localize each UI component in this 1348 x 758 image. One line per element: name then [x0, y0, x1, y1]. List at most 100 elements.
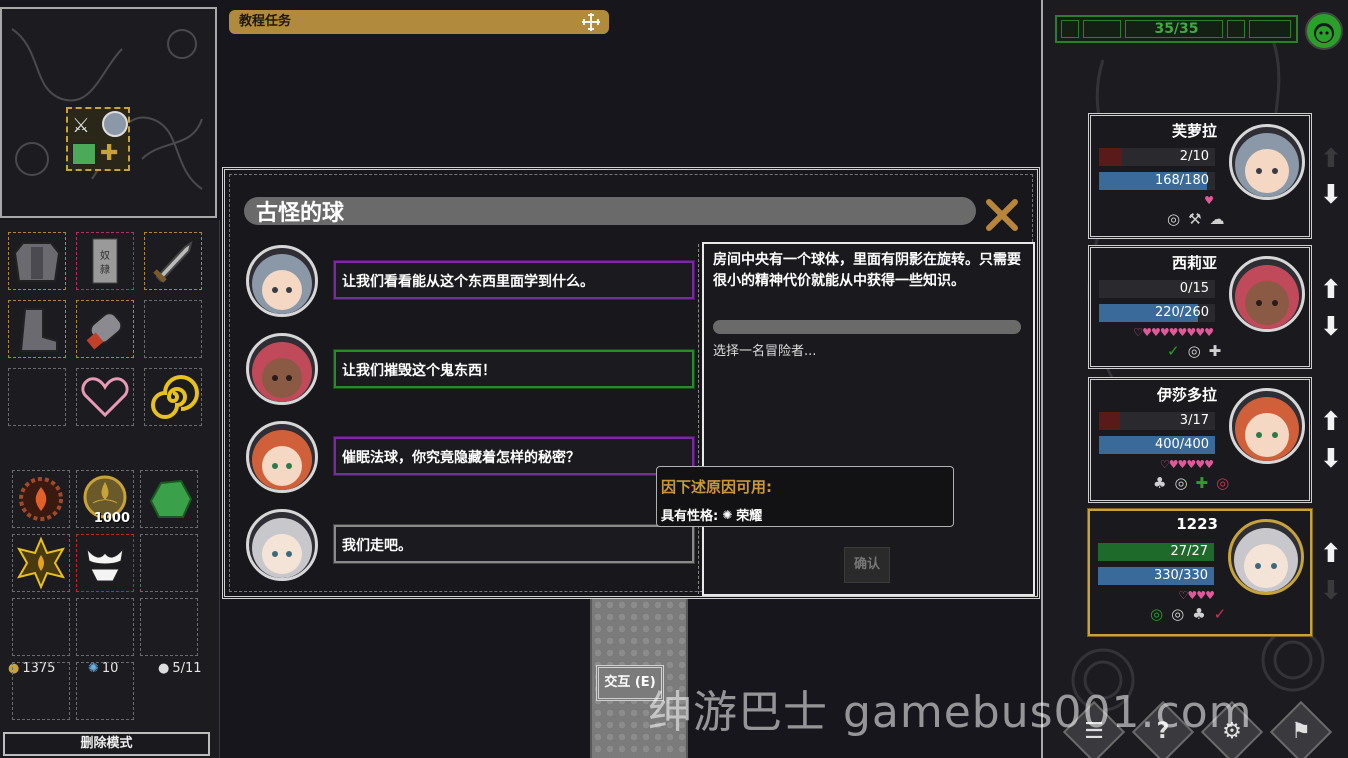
- inventory-slot-empty[interactable]: [76, 598, 134, 656]
- checkmark-trait-icon: ✓: [1213, 605, 1227, 623]
- trait-value: 荣耀: [736, 509, 763, 524]
- choice-option-learn[interactable]: 让我们看看能从这个东西里面学到什么。: [333, 260, 695, 300]
- move-down-arrow-disabled: ⬇: [1320, 576, 1342, 606]
- mp-bar: 330/330: [1098, 567, 1214, 585]
- boots-icon: [19, 308, 58, 352]
- treasure-stack-icon: [72, 143, 96, 165]
- hp-fill: [1099, 148, 1123, 166]
- inventory-slot-sword[interactable]: [144, 232, 202, 290]
- inventory-slot-lingerie[interactable]: [76, 534, 134, 592]
- move-up-arrow[interactable]: ⬆: [1320, 409, 1342, 435]
- cloud-trait-icon: ☁: [1209, 210, 1225, 228]
- character-1223-portrait: [252, 518, 312, 578]
- event-description-box: 房间中央有一个球体，里面有阴影在旋转。只需要很小的精神代价就能从中获得一些知识。…: [698, 242, 1035, 596]
- inventory-slot-sun-seal[interactable]: [12, 534, 70, 592]
- mp-text: 168/180: [1154, 173, 1209, 188]
- group-trait-icon: ♣: [1153, 474, 1167, 492]
- move-up-arrow[interactable]: ⬆: [1320, 541, 1342, 567]
- move-down-arrow[interactable]: ⬇: [1320, 182, 1342, 208]
- glory-trait-icon: ✺: [722, 507, 733, 522]
- event-title: 古怪的球: [256, 201, 345, 226]
- supplies-resource: ● 5/11: [158, 661, 202, 676]
- supplies-pot-icon: ●: [158, 661, 170, 676]
- hp-bar: 2/10: [1099, 148, 1215, 166]
- green-face-icon: [1314, 23, 1334, 43]
- description-divider-bar: [713, 320, 1021, 334]
- hero-card-isadora[interactable]: 伊莎多拉 3/17 400/400 ♡♥♥♥♥♥ ♣ ◎ ✚ ◎: [1088, 377, 1312, 503]
- mp-bar: 168/180: [1099, 172, 1215, 190]
- move-down-arrow[interactable]: ⬇: [1320, 314, 1342, 340]
- hero-name: 伊莎多拉: [1156, 386, 1217, 404]
- plus-trait-icon: ✚: [1208, 342, 1222, 360]
- choice-option-destroy[interactable]: 让我们摧毁这个鬼东西！: [333, 349, 695, 389]
- choice-portrait-flora: [246, 245, 318, 317]
- spiral-trait-icon: ◎: [1171, 605, 1185, 623]
- heart-outline-icon: [81, 377, 129, 418]
- trait-icons: ♣ ◎ ✚ ◎: [1153, 474, 1229, 492]
- hero-portrait: [1229, 124, 1305, 200]
- hero-card-1223[interactable]: 1223 27/27 330/330 ♡♥♥♥ ◎ ◎ ♣ ✓: [1087, 508, 1313, 637]
- inventory-slot-empty[interactable]: [140, 598, 198, 656]
- inventory-slot-green-ore[interactable]: [140, 470, 198, 528]
- move-down-arrow[interactable]: ⬇: [1320, 446, 1342, 472]
- close-icon[interactable]: [984, 197, 1020, 233]
- choice-option-hypnotize[interactable]: 催眠法球，你究竟隐藏着怎样的秘密？: [333, 436, 695, 476]
- gold-cross-icon: ✚: [100, 141, 119, 166]
- inventory-slot-empty[interactable]: [8, 368, 66, 426]
- hero-card-flora[interactable]: 芙萝拉 2/10 168/180 ♥ ◎ ⚒ ☁: [1088, 113, 1312, 239]
- hero-card-celia[interactable]: 西莉亚 0/15 220/260 ♡♥♥♥♥♥♥♥♥ ✓ ◎ ✚: [1088, 245, 1312, 369]
- inventory-panel: 奴隷 ● 1375 ✺ 10 ● 5/11 1000: [0, 220, 220, 758]
- spiral-trait-icon: ◎: [1187, 342, 1201, 360]
- lingerie-icon: [86, 547, 124, 582]
- tools-trait-icon: ⚒: [1188, 210, 1202, 228]
- move-up-arrow[interactable]: ⬆: [1320, 277, 1342, 303]
- target-trait-icon: ◎: [1216, 474, 1230, 492]
- inventory-slot-armor[interactable]: [8, 232, 66, 290]
- inventory-slot-boots[interactable]: [8, 300, 66, 358]
- supplies-amount: 5/11: [172, 661, 202, 676]
- choice-portrait-isadora: [246, 421, 318, 493]
- inventory-slot-heart[interactable]: [76, 368, 134, 426]
- affection-hearts: ♥: [1204, 194, 1214, 207]
- select-adventurer-prompt: 选择一名冒险者...: [713, 344, 817, 359]
- inventory-slot-gold-coin[interactable]: 1000: [76, 470, 134, 528]
- party-avatar-icon: [102, 111, 128, 137]
- inventory-slot-scroll[interactable]: 奴隷: [76, 232, 134, 290]
- inventory-slot-empty[interactable]: [144, 300, 202, 358]
- spiral-trait-icon: ◎: [1174, 474, 1188, 492]
- character-1223-portrait: [1234, 528, 1298, 592]
- trait-icons: ◎ ◎ ♣ ✓: [1150, 605, 1226, 623]
- player-avatar[interactable]: [1305, 12, 1343, 50]
- expand-cross-icon[interactable]: [581, 12, 601, 32]
- mp-text: 220/260: [1154, 305, 1209, 320]
- confirm-button[interactable]: 确认: [844, 547, 890, 583]
- spiral-icon: [151, 375, 199, 419]
- inventory-slot-empty[interactable]: [140, 534, 198, 592]
- inventory-slot-empty[interactable]: [12, 598, 70, 656]
- hero-portrait: [1229, 256, 1305, 332]
- inventory-slot-flame-seal[interactable]: [12, 470, 70, 528]
- minimap[interactable]: ⚔ ✚: [0, 7, 217, 218]
- inventory-slot-empty[interactable]: [12, 662, 70, 720]
- choice-option-leave[interactable]: 我们走吧。: [333, 524, 695, 564]
- plus-trait-icon: ✚: [1195, 474, 1209, 492]
- hero-name: 1223: [1176, 515, 1218, 533]
- quest-title: 教程任务: [239, 14, 292, 29]
- hp-text: 0/15: [1179, 281, 1209, 296]
- party-capacity-count: 35/35: [1154, 21, 1199, 37]
- hp-bar: 3/17: [1099, 412, 1215, 430]
- slave-contract-icon: 奴隷: [92, 238, 118, 284]
- choice-portrait-1223: [246, 509, 318, 581]
- minimap-current-room[interactable]: ⚔ ✚: [66, 107, 130, 171]
- watermark: 绅游巴士 gamebus001.com: [648, 687, 1253, 738]
- celia-portrait: [252, 342, 312, 402]
- gauntlet-icon: [86, 312, 123, 350]
- hero-name: 西莉亚: [1171, 254, 1217, 272]
- event-dialog-frame: 古怪的球 让我们看看能从这个东西里面学到什么。 让我们摧毁这个鬼东西！ 催眠法球…: [229, 174, 1035, 596]
- inventory-slot-gauntlet[interactable]: [76, 300, 134, 358]
- quest-bar[interactable]: 教程任务: [229, 10, 609, 34]
- delete-mode-button[interactable]: 删除模式: [3, 732, 210, 756]
- flag-icon: ⚑: [1291, 719, 1311, 744]
- inventory-slot-empty[interactable]: [76, 662, 134, 720]
- inventory-slot-spiral[interactable]: [144, 368, 202, 426]
